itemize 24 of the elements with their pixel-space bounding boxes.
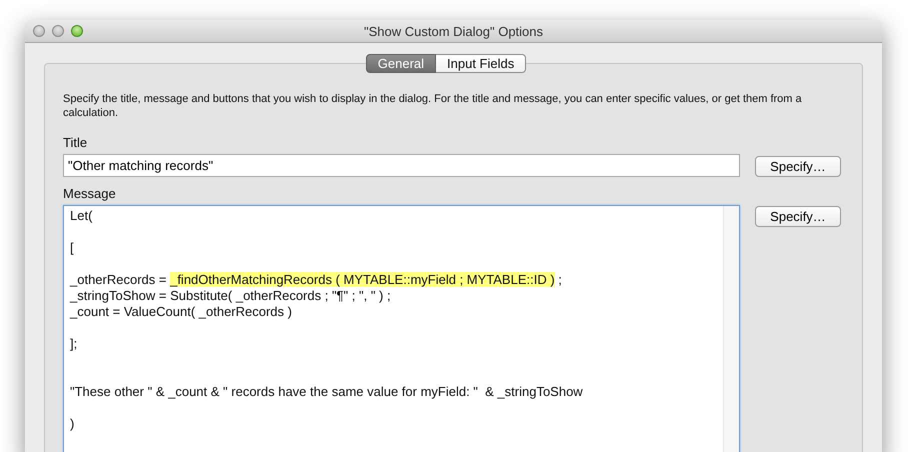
code-text: ) xyxy=(70,416,74,431)
title-label: Title xyxy=(63,135,88,151)
specify-button[interactable]: Specify… xyxy=(755,156,841,177)
code-text: ]; xyxy=(70,336,78,351)
minimize-button[interactable] xyxy=(52,25,64,37)
tab[interactable]: Input Fields xyxy=(436,54,526,73)
code-text: _findOtherMatchingRecords ( MYTABLE::myField ; MYTABLE::ID ) xyxy=(170,272,555,287)
message-field[interactable] xyxy=(63,205,740,452)
code-text: [ xyxy=(70,240,74,255)
code-text: ; xyxy=(557,272,562,287)
title-field[interactable]: "Other matching records" xyxy=(63,154,740,177)
description-text: Specify the title, message and buttons that you wish to display in the dialog. For the title and message, you can enter specific values, or get them from a calculation. xyxy=(63,92,803,120)
zoom-button[interactable] xyxy=(71,25,83,37)
code-text: Let( xyxy=(70,208,92,223)
tab[interactable]: General xyxy=(366,54,436,73)
scrollbar-track[interactable] xyxy=(723,206,739,452)
code-text: _stringToShow = Substitute( _otherRecords ; "¶" ; ", " ) ; xyxy=(70,288,391,303)
code-text: "These other " & _count & " records have the same value for myField: " & _stringToShow xyxy=(70,384,583,399)
specify-button[interactable]: Specify… xyxy=(755,206,841,227)
code-text: _otherRecords = xyxy=(70,272,168,287)
message-label: Message xyxy=(63,186,117,202)
close-button[interactable] xyxy=(33,25,45,37)
window-title: "Show Custom Dialog" Options xyxy=(364,24,544,38)
code-text: _count = ValueCount( _otherRecords ) xyxy=(70,304,292,319)
